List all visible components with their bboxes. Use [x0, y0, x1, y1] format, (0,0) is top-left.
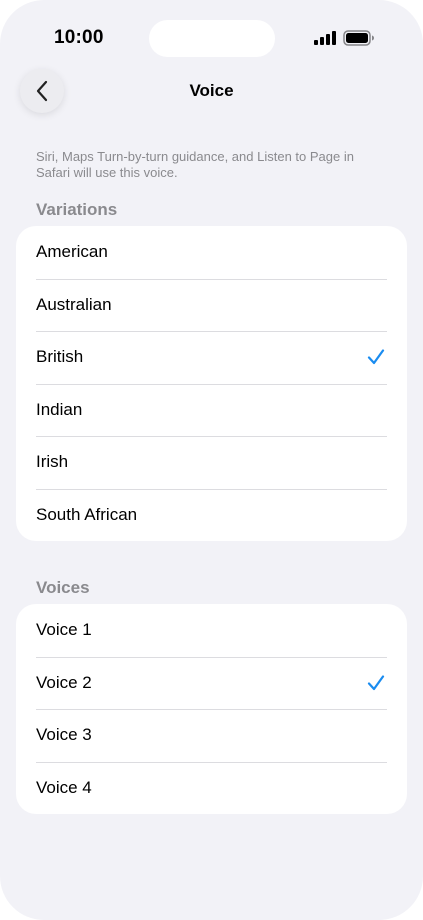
variation-label: Indian [36, 399, 83, 419]
voice-item[interactable]: Voice 4 [16, 761, 407, 815]
variation-item[interactable]: American [16, 226, 407, 279]
dynamic-island [149, 20, 275, 57]
variation-item[interactable]: South African [16, 488, 407, 542]
navigation-bar: Voice [0, 64, 423, 118]
variation-label: Irish [36, 452, 69, 472]
variation-item[interactable]: Australian [16, 278, 407, 332]
voice-description: Siri, Maps Turn-by-turn guidance, and Li… [36, 149, 354, 180]
variation-label: South African [36, 504, 138, 524]
voices-list: Voice 1 Voice 2 Voice 3 Voice 4 [16, 604, 407, 814]
variation-label: American [36, 242, 108, 262]
variations-list: American Australian British Indian Irish… [16, 226, 407, 541]
voice-label: Voice 1 [36, 620, 92, 640]
checkmark-icon [367, 674, 385, 690]
variation-item[interactable]: Irish [16, 436, 407, 489]
voice-item[interactable]: Voice 3 [16, 709, 407, 762]
voice-label: Voice 2 [36, 672, 92, 692]
cellular-signal-icon [314, 31, 336, 45]
variation-item[interactable]: British [16, 331, 407, 384]
voice-label: Voice 4 [36, 777, 92, 797]
voice-item[interactable]: Voice 1 [16, 604, 407, 657]
variation-item[interactable]: Indian [16, 383, 407, 437]
section-header-voices: Voices [36, 578, 90, 597]
variation-label: British [36, 347, 84, 367]
voice-item[interactable]: Voice 2 [16, 656, 407, 710]
checkmark-icon [367, 349, 385, 365]
phone-screen: 10:00 Voice Siri, Maps Turn-by-turn guid… [0, 0, 423, 920]
voice-label: Voice 3 [36, 725, 92, 745]
variation-label: Australian [36, 294, 112, 314]
section-header-variations: Variations [36, 200, 118, 219]
battery-icon [343, 30, 374, 46]
page-title: Voice [189, 81, 234, 100]
status-time: 10:00 [54, 27, 104, 48]
status-bar: 10:00 [0, 0, 423, 60]
